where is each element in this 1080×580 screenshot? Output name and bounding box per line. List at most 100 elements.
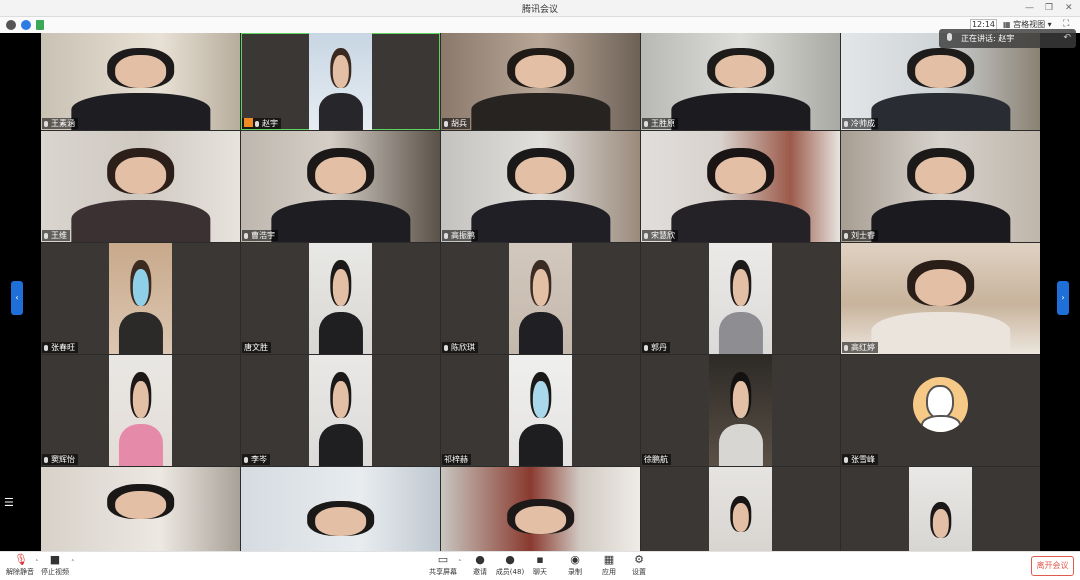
mic-icon bbox=[644, 344, 648, 351]
participant-name: 赵宇 bbox=[242, 118, 281, 129]
window-title: 腾讯会议 bbox=[521, 5, 558, 15]
security-shield-icon[interactable] bbox=[21, 20, 31, 30]
unmute-label: 解除静音 bbox=[6, 568, 34, 576]
participant-name: 胡兵 bbox=[442, 118, 470, 129]
participant-name: 张春旺 bbox=[42, 342, 78, 353]
participant-tile[interactable]: 李岑 bbox=[241, 355, 440, 466]
participant-name-label: 王素涵 bbox=[51, 119, 75, 128]
video-feed bbox=[309, 355, 372, 466]
participant-tile[interactable]: 曹浩宇 bbox=[241, 131, 440, 242]
participant-tile[interactable]: 刘士睿 bbox=[841, 131, 1040, 242]
video-feed bbox=[109, 355, 172, 466]
close-icon[interactable]: ✕ bbox=[1065, 3, 1073, 13]
mic-icon bbox=[644, 232, 648, 239]
title-bar: 腾讯会议 — ❐ ✕ bbox=[0, 0, 1080, 17]
participant-tile[interactable]: 高红婷 bbox=[841, 243, 1040, 354]
stop-video-button[interactable]: ■ 停止视频 bbox=[36, 554, 74, 579]
leave-meeting-button[interactable]: 离开会议 bbox=[1031, 556, 1074, 576]
participant-tile[interactable]: 祁梓赫 bbox=[441, 355, 640, 466]
layout-view-label: 宫格视图 bbox=[1013, 20, 1046, 29]
video-feed bbox=[241, 131, 440, 242]
mic-icon bbox=[44, 344, 48, 351]
meeting-window: 腾讯会议 — ❐ ✕ 12:14 ▦ 宫格视图 ▾ ⛶ 正在讲话: 赵宇 ↶ 王… bbox=[0, 0, 1080, 580]
participant-tile[interactable]: 张雪峰 bbox=[841, 355, 1040, 466]
restore-icon[interactable]: ❐ bbox=[1045, 3, 1053, 13]
mic-icon bbox=[244, 232, 248, 239]
settings-label: 设置 bbox=[632, 568, 646, 576]
participant-name-label: 祁梓赫 bbox=[444, 455, 468, 464]
participant-name: 高振鹏 bbox=[442, 230, 478, 241]
participant-tile[interactable]: 徐鹏航 bbox=[641, 355, 840, 466]
participant-name-label: 王胜原 bbox=[651, 119, 675, 128]
participant-name: 冷帅成 bbox=[842, 118, 878, 129]
chevron-up-icon[interactable]: ˄ bbox=[71, 559, 75, 567]
participant-name: 徐鹏航 bbox=[642, 454, 671, 465]
video-feed bbox=[509, 355, 572, 466]
participant-tile[interactable]: 王胜原 bbox=[641, 33, 840, 130]
settings-button[interactable]: ⚙ 设置 bbox=[619, 554, 659, 579]
minimize-icon[interactable]: — bbox=[1025, 3, 1034, 13]
mic-icon bbox=[444, 120, 448, 127]
participant-name: 李岑 bbox=[242, 454, 270, 465]
participant-tile[interactable]: 郭丹 bbox=[641, 243, 840, 354]
participant-tile[interactable]: 高振鹏 bbox=[441, 131, 640, 242]
participant-tile[interactable]: 陈欣琪 bbox=[441, 243, 640, 354]
participant-name-label: 赵宇 bbox=[262, 119, 278, 128]
video-feed bbox=[841, 131, 1040, 242]
participant-tile[interactable] bbox=[441, 467, 640, 551]
prev-page-button[interactable]: ‹ bbox=[11, 281, 23, 315]
participant-tile[interactable]: 王维 bbox=[41, 131, 240, 242]
mic-icon bbox=[444, 344, 448, 351]
participant-tile[interactable]: 王素涵 bbox=[41, 33, 240, 130]
top-status-strip: 12:14 ▦ 宫格视图 ▾ ⛶ bbox=[0, 17, 1080, 33]
video-feed bbox=[841, 243, 1040, 354]
fullscreen-icon[interactable]: ⛶ bbox=[1063, 19, 1069, 29]
participant-name: 宋慧欣 bbox=[642, 230, 678, 241]
next-page-button[interactable]: › bbox=[1057, 281, 1069, 315]
chat-button[interactable]: ▪ 聊天 bbox=[520, 554, 560, 579]
record-icon: ◉ bbox=[570, 553, 580, 566]
participant-name: 王维 bbox=[42, 230, 70, 241]
participant-name: 唐文胜 bbox=[242, 342, 271, 353]
participant-name-label: 宋慧欣 bbox=[651, 231, 675, 240]
share-screen-button[interactable]: ▭ 共享屏幕 bbox=[423, 554, 463, 579]
video-feed bbox=[109, 243, 172, 354]
participant-tile[interactable] bbox=[641, 467, 840, 551]
participant-name: 陈欣琪 bbox=[442, 342, 478, 353]
participant-tile[interactable] bbox=[841, 467, 1040, 551]
participant-name-label: 冷帅成 bbox=[851, 119, 875, 128]
participant-name: 窦辉怡 bbox=[42, 454, 78, 465]
mic-muted-icon: 🎙 bbox=[14, 553, 28, 566]
participant-tile[interactable] bbox=[41, 467, 240, 551]
stop-video-label: 停止视频 bbox=[41, 568, 69, 576]
members-icon: ● bbox=[505, 553, 515, 566]
participant-tile[interactable]: 胡兵 bbox=[441, 33, 640, 130]
share-screen-icon: ▭ bbox=[437, 553, 449, 566]
mic-icon bbox=[644, 120, 648, 127]
list-menu-icon[interactable]: ☰ bbox=[4, 496, 14, 509]
video-grid: 王素涵 赵宇 胡兵 王胜原 冷帅成 王维 曹浩宇 高振鹏 宋慧欣 刘士睿 张春旺… bbox=[41, 33, 1040, 551]
info-icon[interactable] bbox=[6, 20, 16, 30]
chevron-left-icon: ‹ bbox=[15, 293, 19, 302]
participant-tile[interactable]: 张春旺 bbox=[41, 243, 240, 354]
participant-name: 刘士睿 bbox=[842, 230, 878, 241]
video-feed bbox=[509, 243, 572, 354]
video-feed bbox=[709, 355, 772, 466]
unmute-button[interactable]: 🎙 解除静音 bbox=[2, 554, 38, 579]
share-screen-label: 共享屏幕 bbox=[429, 568, 457, 576]
bottom-toolbar: 🎙 解除静音 ˄ ■ 停止视频 ˄ ▭ 共享屏幕 ˄ ● 邀请 ● 成员(48)… bbox=[0, 551, 1080, 580]
video-feed bbox=[441, 131, 640, 242]
participant-tile[interactable]: 窦辉怡 bbox=[41, 355, 240, 466]
participant-tile[interactable]: 宋慧欣 bbox=[641, 131, 840, 242]
collapse-arrow-icon[interactable]: ↶ bbox=[1063, 29, 1071, 48]
participant-name: 王胜原 bbox=[642, 118, 678, 129]
signal-icon[interactable] bbox=[36, 20, 44, 30]
video-feed bbox=[441, 33, 640, 130]
video-feed bbox=[309, 33, 372, 130]
chevron-right-icon: › bbox=[1061, 293, 1065, 302]
camera-icon: ■ bbox=[49, 553, 61, 566]
mic-icon bbox=[444, 232, 448, 239]
participant-tile[interactable] bbox=[241, 467, 440, 551]
participant-tile[interactable]: 赵宇 bbox=[241, 33, 440, 130]
participant-tile[interactable]: 唐文胜 bbox=[241, 243, 440, 354]
